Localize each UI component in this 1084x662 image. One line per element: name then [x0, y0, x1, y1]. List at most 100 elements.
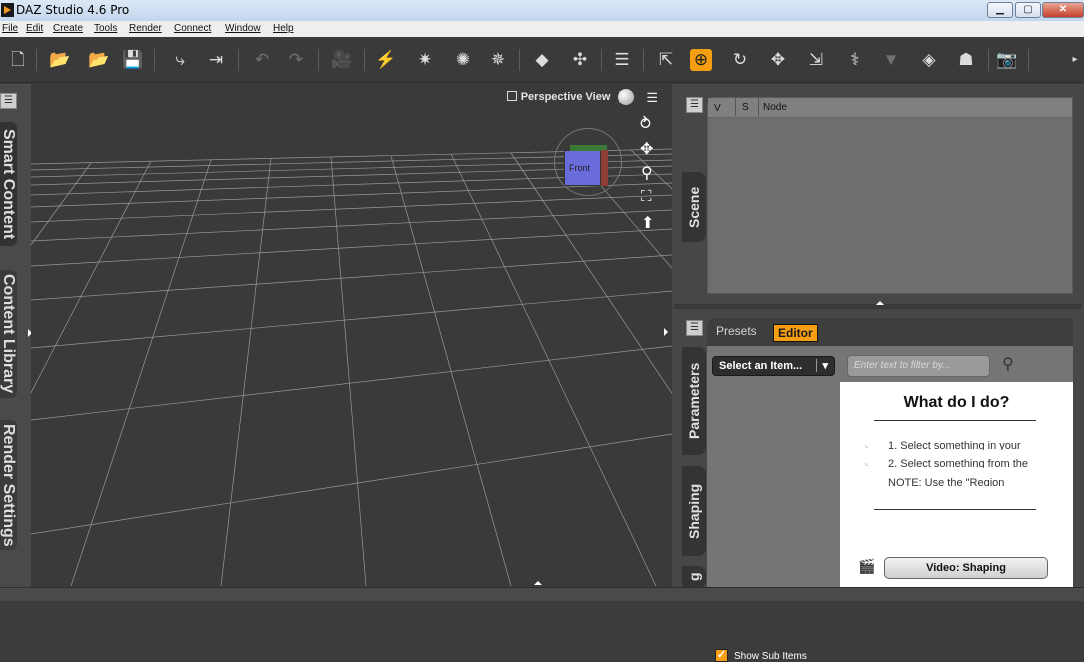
menu-edit[interactable]: Edit	[26, 23, 43, 34]
menu-create[interactable]: Create	[53, 23, 83, 34]
title-bar: DAZ Studio 4.6 Pro ▁ ▢ ✕	[0, 0, 1084, 21]
viewport[interactable]: Perspective View ▾ ☰ Front ⥁ ✥ ⚲ ⛶ ⬆	[31, 84, 672, 586]
column-node[interactable]: Node	[758, 98, 787, 116]
tab-parameters[interactable]: Parameters	[682, 347, 706, 455]
filter-input[interactable]: Enter text to filter by...	[847, 355, 990, 377]
tab-smart-content[interactable]: Smart Content	[0, 122, 17, 246]
tab-editor[interactable]: Editor	[773, 324, 818, 342]
help-divider	[874, 509, 1036, 510]
bank-icon[interactable]: ⬆	[641, 213, 654, 233]
view-cube-gizmo[interactable]: Front	[554, 128, 622, 196]
toolbar-separator	[601, 49, 602, 71]
new-spotlight-icon[interactable]: ⚡	[375, 49, 397, 71]
column-selectable[interactable]: S	[735, 98, 749, 116]
import-icon[interactable]: ⤷	[169, 49, 191, 71]
toolbar-separator	[36, 49, 37, 71]
new-null-icon[interactable]: ✣	[569, 49, 591, 71]
surface-selection-icon[interactable]: ▼	[880, 49, 902, 71]
export-icon[interactable]: ⇥	[205, 49, 227, 71]
editor-node-list: Select an Item... ▾ ✓ Show Sub Items	[707, 346, 840, 662]
video-shaping-button[interactable]: Video: Shaping	[884, 557, 1048, 579]
video-clapper-icon: 🎬	[858, 558, 876, 574]
minimize-button[interactable]: ▁	[987, 2, 1013, 18]
new-camera-icon[interactable]: 🎥	[331, 49, 353, 71]
draw-style-icon[interactable]	[618, 89, 634, 105]
search-icon[interactable]: ⚲	[1002, 354, 1014, 374]
viewport-menu-icon[interactable]: ☰	[646, 90, 658, 106]
menu-connect[interactable]: Connect	[174, 23, 211, 34]
tab-render-settings[interactable]: Render Settings	[0, 420, 17, 550]
node-selection-icon[interactable]: ⇱	[655, 49, 677, 71]
toolbar-separator	[318, 49, 319, 71]
tab-scene[interactable]: Scene	[682, 172, 706, 242]
translate-tool-icon[interactable]: ✥	[767, 49, 789, 71]
scale-tool-icon[interactable]: ⇲	[805, 49, 827, 71]
merge-icon[interactable]: 📂	[88, 49, 110, 71]
new-distantlight-icon[interactable]: ✺	[452, 49, 474, 71]
menu-tools[interactable]: Tools	[94, 23, 117, 34]
main-toolbar: 🗋 📂 📂 💾 ⤷ ⇥ ↶ ↷ 🎥 ⚡ ✷ ✺ ✵ ◆ ✣ ☰ ⇱ ⊕ ↻ ✥ …	[0, 37, 1084, 83]
toolbar-separator	[238, 49, 239, 71]
scene-tree-header: V S Node	[708, 98, 1072, 118]
new-file-icon[interactable]: 🗋	[7, 49, 29, 71]
menu-file[interactable]: File	[2, 23, 18, 34]
help-note: NOTE: Use the "Region	[888, 477, 1005, 486]
show-sub-items-checkbox[interactable]: ✓	[715, 649, 728, 662]
undo-icon[interactable]: ↶	[251, 49, 273, 71]
help-divider	[874, 420, 1036, 421]
frame-icon[interactable]: ⛶	[641, 188, 652, 205]
close-button[interactable]: ✕	[1042, 2, 1084, 18]
view-label: Perspective View	[520, 91, 611, 103]
editor-content: Enter text to filter by... ⚲ What do I d…	[840, 346, 1073, 587]
tab-shaping[interactable]: Shaping	[682, 466, 706, 556]
scene-pane-options-icon[interactable]: ☰	[686, 97, 703, 113]
tab-content-library[interactable]: Content Library	[0, 270, 17, 398]
help-title: What do I do?	[903, 394, 1010, 411]
item-select-dropdown[interactable]: Select an Item... ▾	[712, 356, 835, 376]
joint-editor-icon[interactable]: ⚕	[844, 49, 866, 71]
window-title: DAZ Studio 4.6 Pro	[16, 3, 130, 17]
collapse-right-handle[interactable]	[664, 328, 668, 336]
toolbar-separator	[519, 49, 520, 71]
universal-tool-icon[interactable]: ⊕	[690, 49, 712, 71]
scene-tree[interactable]: V S Node	[707, 97, 1073, 294]
menu-help[interactable]: Help	[273, 23, 294, 34]
status-bar	[0, 587, 1084, 601]
zoom-icon[interactable]: ⚲	[641, 163, 653, 183]
view-cube[interactable]: Front	[564, 150, 601, 186]
view-selector[interactable]: Perspective View ▾	[506, 90, 632, 106]
chevron-down-icon: ▾	[816, 359, 828, 372]
splitter-handle-icon[interactable]	[876, 301, 884, 305]
toolbar-separator	[643, 49, 644, 71]
column-visible[interactable]: V	[714, 103, 721, 114]
open-icon[interactable]: 📂	[49, 49, 71, 71]
pane-options-icon[interactable]: ☰	[0, 93, 17, 109]
more-icon[interactable]: ▸	[1064, 49, 1084, 71]
orbit-icon[interactable]: ⥁	[640, 114, 651, 134]
new-pointlight-icon[interactable]: ✷	[414, 49, 436, 71]
parameters-pane-options-icon[interactable]: ☰	[686, 320, 703, 336]
tab-presets[interactable]: Presets	[716, 324, 757, 338]
aux-viewport-icon[interactable]: ☰	[611, 49, 633, 71]
daz-app-icon[interactable]	[1, 3, 14, 17]
pan-icon[interactable]: ✥	[640, 139, 653, 159]
menu-window[interactable]: Window	[225, 23, 261, 34]
right-pane: ☰ Scene V S Node ☰ Parameters Shaping g …	[664, 84, 1084, 662]
cube-side-face	[601, 150, 608, 186]
spot-render-icon[interactable]: 📷	[996, 49, 1018, 71]
save-icon[interactable]: 💾	[122, 49, 144, 71]
maximize-button[interactable]: ▢	[1015, 2, 1041, 18]
redo-icon[interactable]: ↷	[285, 49, 307, 71]
collapse-bottom-handle[interactable]	[534, 581, 542, 585]
region-navigator-icon[interactable]: ☗	[955, 49, 977, 71]
geometry-editor-icon[interactable]: ◈	[918, 49, 940, 71]
new-light-icon[interactable]: ✵	[487, 49, 509, 71]
rotate-tool-icon[interactable]: ↻	[729, 49, 751, 71]
help-step-2: 2. Select something from the	[888, 458, 1029, 468]
new-primitive-icon[interactable]: ◆	[531, 49, 553, 71]
tab-partial[interactable]: g	[682, 566, 706, 588]
menu-render[interactable]: Render	[129, 23, 162, 34]
help-step-1: 1. Select something in your	[888, 440, 1021, 450]
filter-bar: Enter text to filter by... ⚲	[840, 346, 1073, 382]
toolbar-separator	[364, 49, 365, 71]
